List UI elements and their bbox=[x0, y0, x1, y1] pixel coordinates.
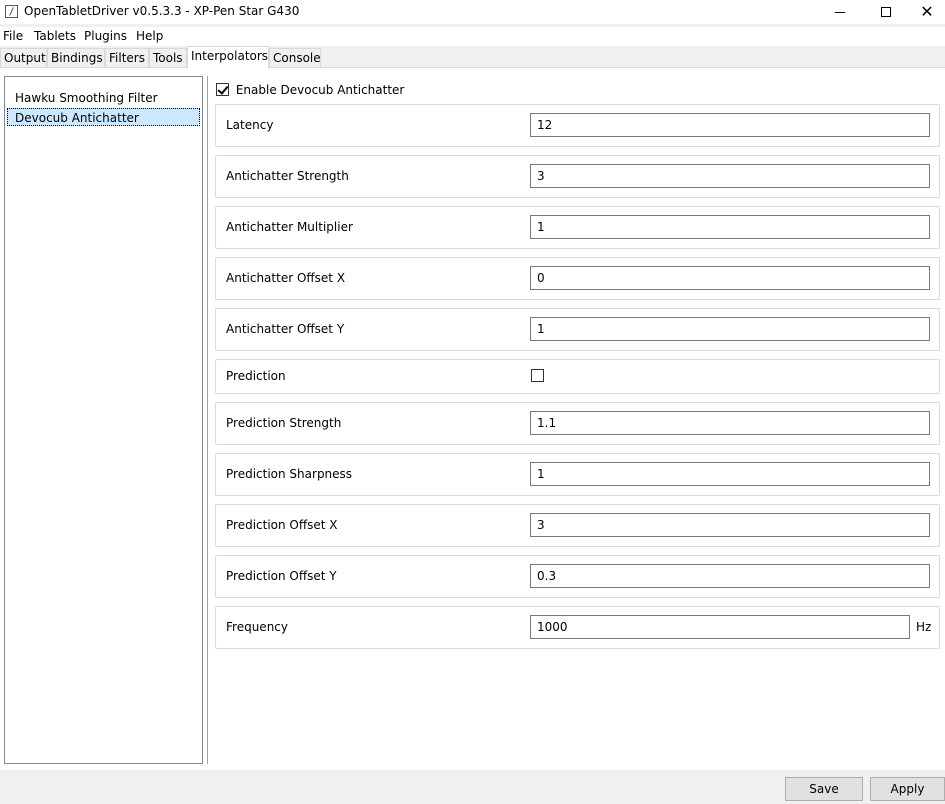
setting-antichatter-offset-x: Antichatter Offset X bbox=[215, 257, 940, 300]
setting-label: Prediction Offset X bbox=[226, 518, 338, 532]
antichatter-offset-x-input[interactable] bbox=[530, 266, 930, 290]
close-icon: ✕ bbox=[920, 2, 934, 21]
setting-label: Prediction Strength bbox=[226, 416, 342, 430]
antichatter-offset-y-input[interactable] bbox=[530, 317, 930, 341]
setting-label: Frequency bbox=[226, 620, 288, 634]
setting-antichatter-multiplier: Antichatter Multiplier bbox=[215, 206, 940, 249]
setting-label: Antichatter Strength bbox=[226, 169, 349, 183]
prediction-offset-x-input[interactable] bbox=[530, 513, 930, 537]
setting-label: Antichatter Offset Y bbox=[226, 322, 345, 336]
tab-bindings[interactable]: Bindings bbox=[47, 48, 105, 68]
setting-latency: Latency bbox=[215, 104, 940, 147]
setting-prediction-offset-x: Prediction Offset X bbox=[215, 504, 940, 547]
save-button[interactable]: Save bbox=[785, 777, 863, 801]
tab-tools[interactable]: Tools bbox=[149, 48, 187, 68]
close-button[interactable]: ✕ bbox=[909, 0, 945, 24]
antichatter-multiplier-input[interactable] bbox=[530, 215, 930, 239]
app-icon bbox=[5, 5, 18, 18]
plugin-item-devocub-antichatter[interactable]: Devocub Antichatter bbox=[7, 108, 200, 126]
menu-bar: File Tablets Plugins Help bbox=[0, 27, 945, 46]
footer-bar: Save Apply bbox=[0, 770, 945, 804]
setting-label: Antichatter Multiplier bbox=[226, 220, 353, 234]
title-bar: OpenTabletDriver v0.5.3.3 - XP-Pen Star … bbox=[0, 0, 945, 24]
setting-label: Prediction Sharpness bbox=[226, 467, 353, 481]
tab-output[interactable]: Output bbox=[0, 48, 47, 68]
prediction-offset-y-input[interactable] bbox=[530, 564, 930, 588]
menu-file[interactable]: File bbox=[3, 29, 23, 43]
setting-label: Latency bbox=[226, 118, 274, 132]
setting-frequency: Frequency Hz bbox=[215, 606, 940, 649]
frequency-input[interactable] bbox=[530, 615, 910, 639]
maximize-icon bbox=[881, 7, 891, 17]
enable-plugin-checkbox[interactable] bbox=[216, 83, 229, 96]
enable-plugin-row: Enable Devocub Antichatter bbox=[216, 82, 404, 98]
menu-plugins[interactable]: Plugins bbox=[84, 29, 127, 43]
setting-antichatter-offset-y: Antichatter Offset Y bbox=[215, 308, 940, 351]
menu-help[interactable]: Help bbox=[136, 29, 163, 43]
antichatter-strength-input[interactable] bbox=[530, 164, 930, 188]
window-title: OpenTabletDriver v0.5.3.3 - XP-Pen Star … bbox=[24, 4, 300, 18]
setting-prediction-offset-y: Prediction Offset Y bbox=[215, 555, 940, 598]
setting-label: Antichatter Offset X bbox=[226, 271, 346, 285]
setting-antichatter-strength: Antichatter Strength bbox=[215, 155, 940, 198]
prediction-strength-input[interactable] bbox=[530, 411, 930, 435]
setting-label: Prediction bbox=[226, 369, 286, 383]
setting-label: Prediction Offset Y bbox=[226, 569, 337, 583]
setting-prediction-sharpness: Prediction Sharpness bbox=[215, 453, 940, 496]
apply-button[interactable]: Apply bbox=[870, 777, 945, 801]
prediction-sharpness-input[interactable] bbox=[530, 462, 930, 486]
plugin-item-hawku-smoothing-filter[interactable]: Hawku Smoothing Filter bbox=[7, 89, 200, 107]
tab-console[interactable]: Console bbox=[269, 48, 321, 68]
setting-prediction: Prediction bbox=[215, 359, 940, 394]
enable-plugin-label[interactable]: Enable Devocub Antichatter bbox=[236, 83, 405, 97]
maximize-button[interactable] bbox=[863, 0, 909, 24]
minimize-button[interactable] bbox=[817, 0, 863, 24]
setting-prediction-strength: Prediction Strength bbox=[215, 402, 940, 445]
prediction-checkbox[interactable] bbox=[531, 369, 544, 382]
menu-tablets[interactable]: Tablets bbox=[34, 29, 76, 43]
panel-divider[interactable] bbox=[207, 76, 208, 764]
tab-filters[interactable]: Filters bbox=[105, 48, 149, 68]
plugin-list[interactable]: Hawku Smoothing Filter Devocub Antichatt… bbox=[4, 76, 203, 764]
tab-bar: Output Bindings Filters Tools Interpolat… bbox=[0, 46, 945, 68]
tab-interpolators[interactable]: Interpolators bbox=[187, 46, 269, 68]
frequency-unit: Hz bbox=[916, 620, 932, 634]
interpolators-panel: Hawku Smoothing Filter Devocub Antichatt… bbox=[0, 67, 945, 770]
minimize-icon bbox=[835, 11, 845, 13]
latency-input[interactable] bbox=[530, 113, 930, 137]
